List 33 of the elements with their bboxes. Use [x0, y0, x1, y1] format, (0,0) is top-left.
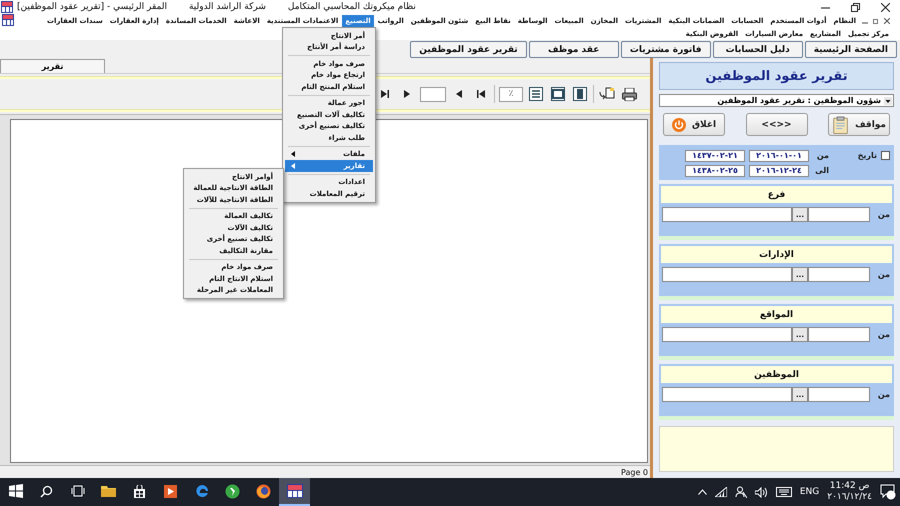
date-field[interactable]: ٠١-٠١-٢٠١٦: [749, 150, 809, 162]
window-title: نظام ميكروتك المحاسبي المتكامل: [288, 2, 416, 12]
to-label: الى: [814, 166, 829, 175]
report-tab[interactable]: تقرير: [0, 59, 105, 73]
date-field[interactable]: ٢٤-١٢-٢٠١٦: [749, 164, 809, 176]
date-field[interactable]: ٢١-٠٢-١٤٣٧: [685, 150, 745, 162]
from-label: من: [816, 151, 829, 160]
window-title: المقر الرئيسي - [تقرير عقود الموظفين]: [17, 2, 167, 12]
date-label: تاريخ: [856, 151, 877, 160]
shortcut-tab[interactable]: تقرير عقود الموظفين: [410, 41, 527, 58]
zoom-field[interactable]: ٪: [499, 86, 523, 102]
window-title: شركة الراشد الدولية: [188, 2, 266, 12]
page-status: Page 0: [621, 468, 648, 476]
navigate-button[interactable]: <<>>: [746, 113, 808, 136]
shortcut-tab[interactable]: فاتورة مشتريات: [620, 41, 711, 58]
close-button[interactable]: اغلاق: [663, 113, 725, 136]
from-label: من: [876, 390, 890, 399]
language-indicator[interactable]: ENG: [800, 487, 820, 497]
shortcut-tab[interactable]: دليل الحسابات: [712, 41, 803, 58]
shortcut-tab[interactable]: عقد موظف: [528, 41, 619, 58]
from-label: من: [876, 210, 890, 219]
report-dropdown[interactable]: شؤون الموظفين : تقرير عقود الموظفين: [659, 94, 894, 107]
group-title: المواقع: [661, 306, 892, 323]
group-title: فرع: [661, 186, 892, 203]
shortcut-tab[interactable]: الصفحة الرئيسية: [804, 41, 897, 58]
group-title: الإدارات: [661, 246, 892, 263]
from-label: من: [876, 270, 890, 279]
panel-title: تقرير عقود الموظفين: [659, 62, 894, 90]
approve-button[interactable]: مواقف: [828, 113, 890, 136]
from-label: من: [876, 330, 890, 339]
clock[interactable]: 11:42 ص ٢٠١٦/١٢/٢٤: [827, 481, 872, 503]
group-title: الموظفين: [661, 366, 892, 383]
date-field[interactable]: ٢٥-٠٢-١٤٣٨: [685, 164, 745, 176]
